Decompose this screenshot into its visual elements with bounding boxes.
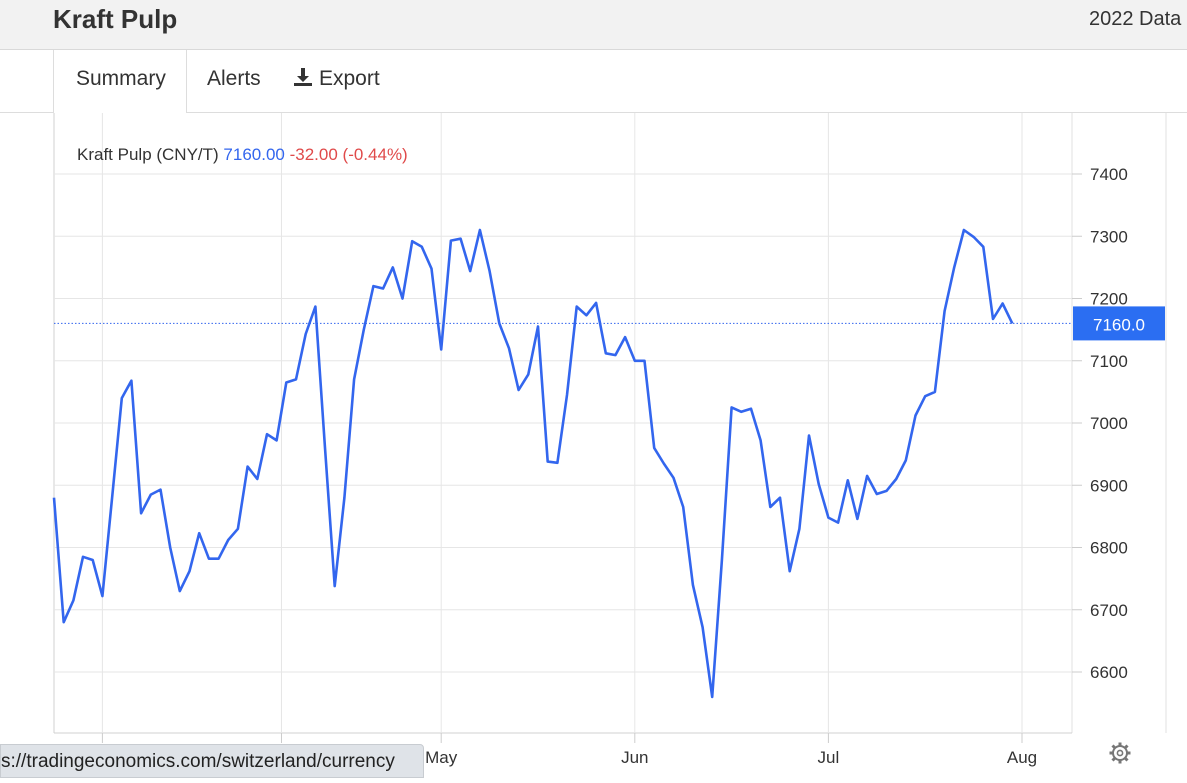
y-tick-label: 6800 xyxy=(1090,539,1128,558)
price-series-line[interactable] xyxy=(52,228,1014,699)
chart-legend: Kraft Pulp (CNY/T) 7160.00 -32.00 (-0.44… xyxy=(77,145,408,164)
tab-summary[interactable]: Summary xyxy=(76,67,166,91)
tab-alerts[interactable]: Alerts xyxy=(207,67,261,91)
chart-svg[interactable]: 6600 6700 6800 6900 7000 7100 7200 7300 7400 May J… xyxy=(0,113,1187,778)
page-header: Kraft Pulp 2022 Data xyxy=(0,0,1187,50)
x-tick-label: May xyxy=(425,748,458,767)
y-tick-label: 7200 xyxy=(1090,290,1128,309)
x-tick-label: Jul xyxy=(818,748,840,767)
y-tick-label: 7100 xyxy=(1090,352,1128,371)
page-title: Kraft Pulp xyxy=(53,4,178,34)
y-tick-label: 6900 xyxy=(1090,476,1128,495)
y-tick-label: 7300 xyxy=(1090,227,1128,246)
y-tick-label: 7400 xyxy=(1090,165,1128,184)
y-tick-label: 7000 xyxy=(1090,414,1128,433)
legend-change: -32.00 (-0.44%) xyxy=(290,145,408,164)
y-tick-label: 6600 xyxy=(1090,663,1128,682)
data-year-label[interactable]: 2022 Data xyxy=(1089,8,1181,31)
settings-gear-icon[interactable] xyxy=(1108,741,1132,765)
y-tick-label: 6700 xyxy=(1090,601,1128,620)
tab-export[interactable]: Export xyxy=(293,67,380,91)
legend-series-name: Kraft Pulp (CNY/T) xyxy=(77,145,223,164)
price-chart[interactable]: 6600 6700 6800 6900 7000 7100 7200 7300 7400 May J… xyxy=(0,113,1187,778)
download-icon xyxy=(294,68,312,86)
last-price-tag: 7160.0 xyxy=(1093,315,1145,334)
status-bar-url: s://tradingeconomics.com/switzerland/cur… xyxy=(0,744,424,778)
legend-value: 7160.00 xyxy=(223,145,289,164)
x-tick-label: Jun xyxy=(621,748,648,767)
tab-export-label: Export xyxy=(319,67,380,90)
x-tick-label: Aug xyxy=(1007,748,1037,767)
